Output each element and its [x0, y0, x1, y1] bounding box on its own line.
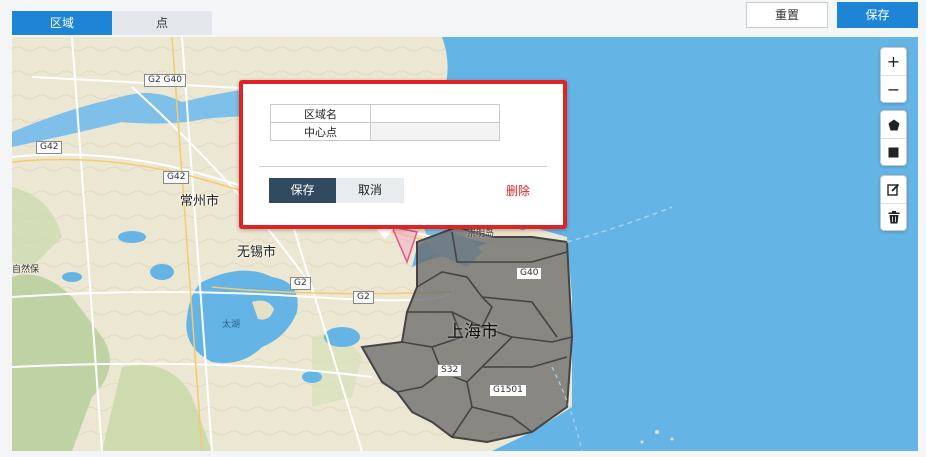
plus-icon[interactable]: +: [881, 48, 906, 75]
region-name-label: 区域名: [270, 104, 371, 123]
road-shield: G40: [516, 267, 543, 280]
city-label-wuxi: 无锡市: [237, 245, 277, 260]
zoom-controls: + −: [880, 47, 907, 103]
road-shield: G2: [290, 277, 311, 290]
region-name-field[interactable]: [370, 104, 500, 123]
form-row-center-point: 中心点: [270, 122, 500, 141]
edit-controls: [880, 175, 907, 231]
popup-delete-link[interactable]: 删除: [506, 182, 530, 199]
region-edit-popup: 区域名 中心点 保存 取消 删除: [239, 80, 567, 229]
draw-controls: [880, 110, 907, 166]
road-shield: G2: [353, 291, 374, 304]
road-shield: G42: [36, 141, 63, 154]
lake-label-taihu: 太湖: [222, 320, 241, 330]
center-point-label: 中心点: [270, 122, 371, 141]
reset-button[interactable]: 重置: [746, 2, 828, 28]
popup-save-button[interactable]: 保存: [269, 178, 336, 203]
pentagon-icon[interactable]: [881, 111, 906, 138]
tab-region[interactable]: 区域: [12, 11, 112, 35]
road-shield: G1501: [489, 384, 527, 397]
trash-icon[interactable]: [881, 203, 906, 230]
mode-tabs: 区域 点: [12, 11, 212, 35]
popup-cancel-button[interactable]: 取消: [336, 178, 404, 203]
place-label-left: 自然保: [12, 265, 40, 275]
city-label-shanghai: 上海市: [447, 322, 498, 342]
city-label-changzhou: 常州市: [180, 194, 220, 209]
minus-icon[interactable]: −: [881, 75, 906, 102]
center-point-field[interactable]: [370, 122, 500, 141]
form-row-region-name: 区域名: [270, 104, 500, 123]
map-region-editor: 区域 点 重置 保存 常州市 无锡市 上海市 太湖 崇明岛 自然保 G2 G40…: [0, 0, 926, 457]
road-shield: G42: [163, 171, 190, 184]
edit-icon[interactable]: [881, 176, 906, 203]
popup-divider: [259, 166, 547, 167]
region-form: 区域名 中心点: [270, 104, 500, 141]
road-shield: G2 G40: [144, 74, 186, 87]
square-icon[interactable]: [881, 138, 906, 165]
road-shield: S32: [437, 364, 463, 377]
tab-point[interactable]: 点: [112, 11, 212, 35]
save-button[interactable]: 保存: [837, 2, 918, 28]
